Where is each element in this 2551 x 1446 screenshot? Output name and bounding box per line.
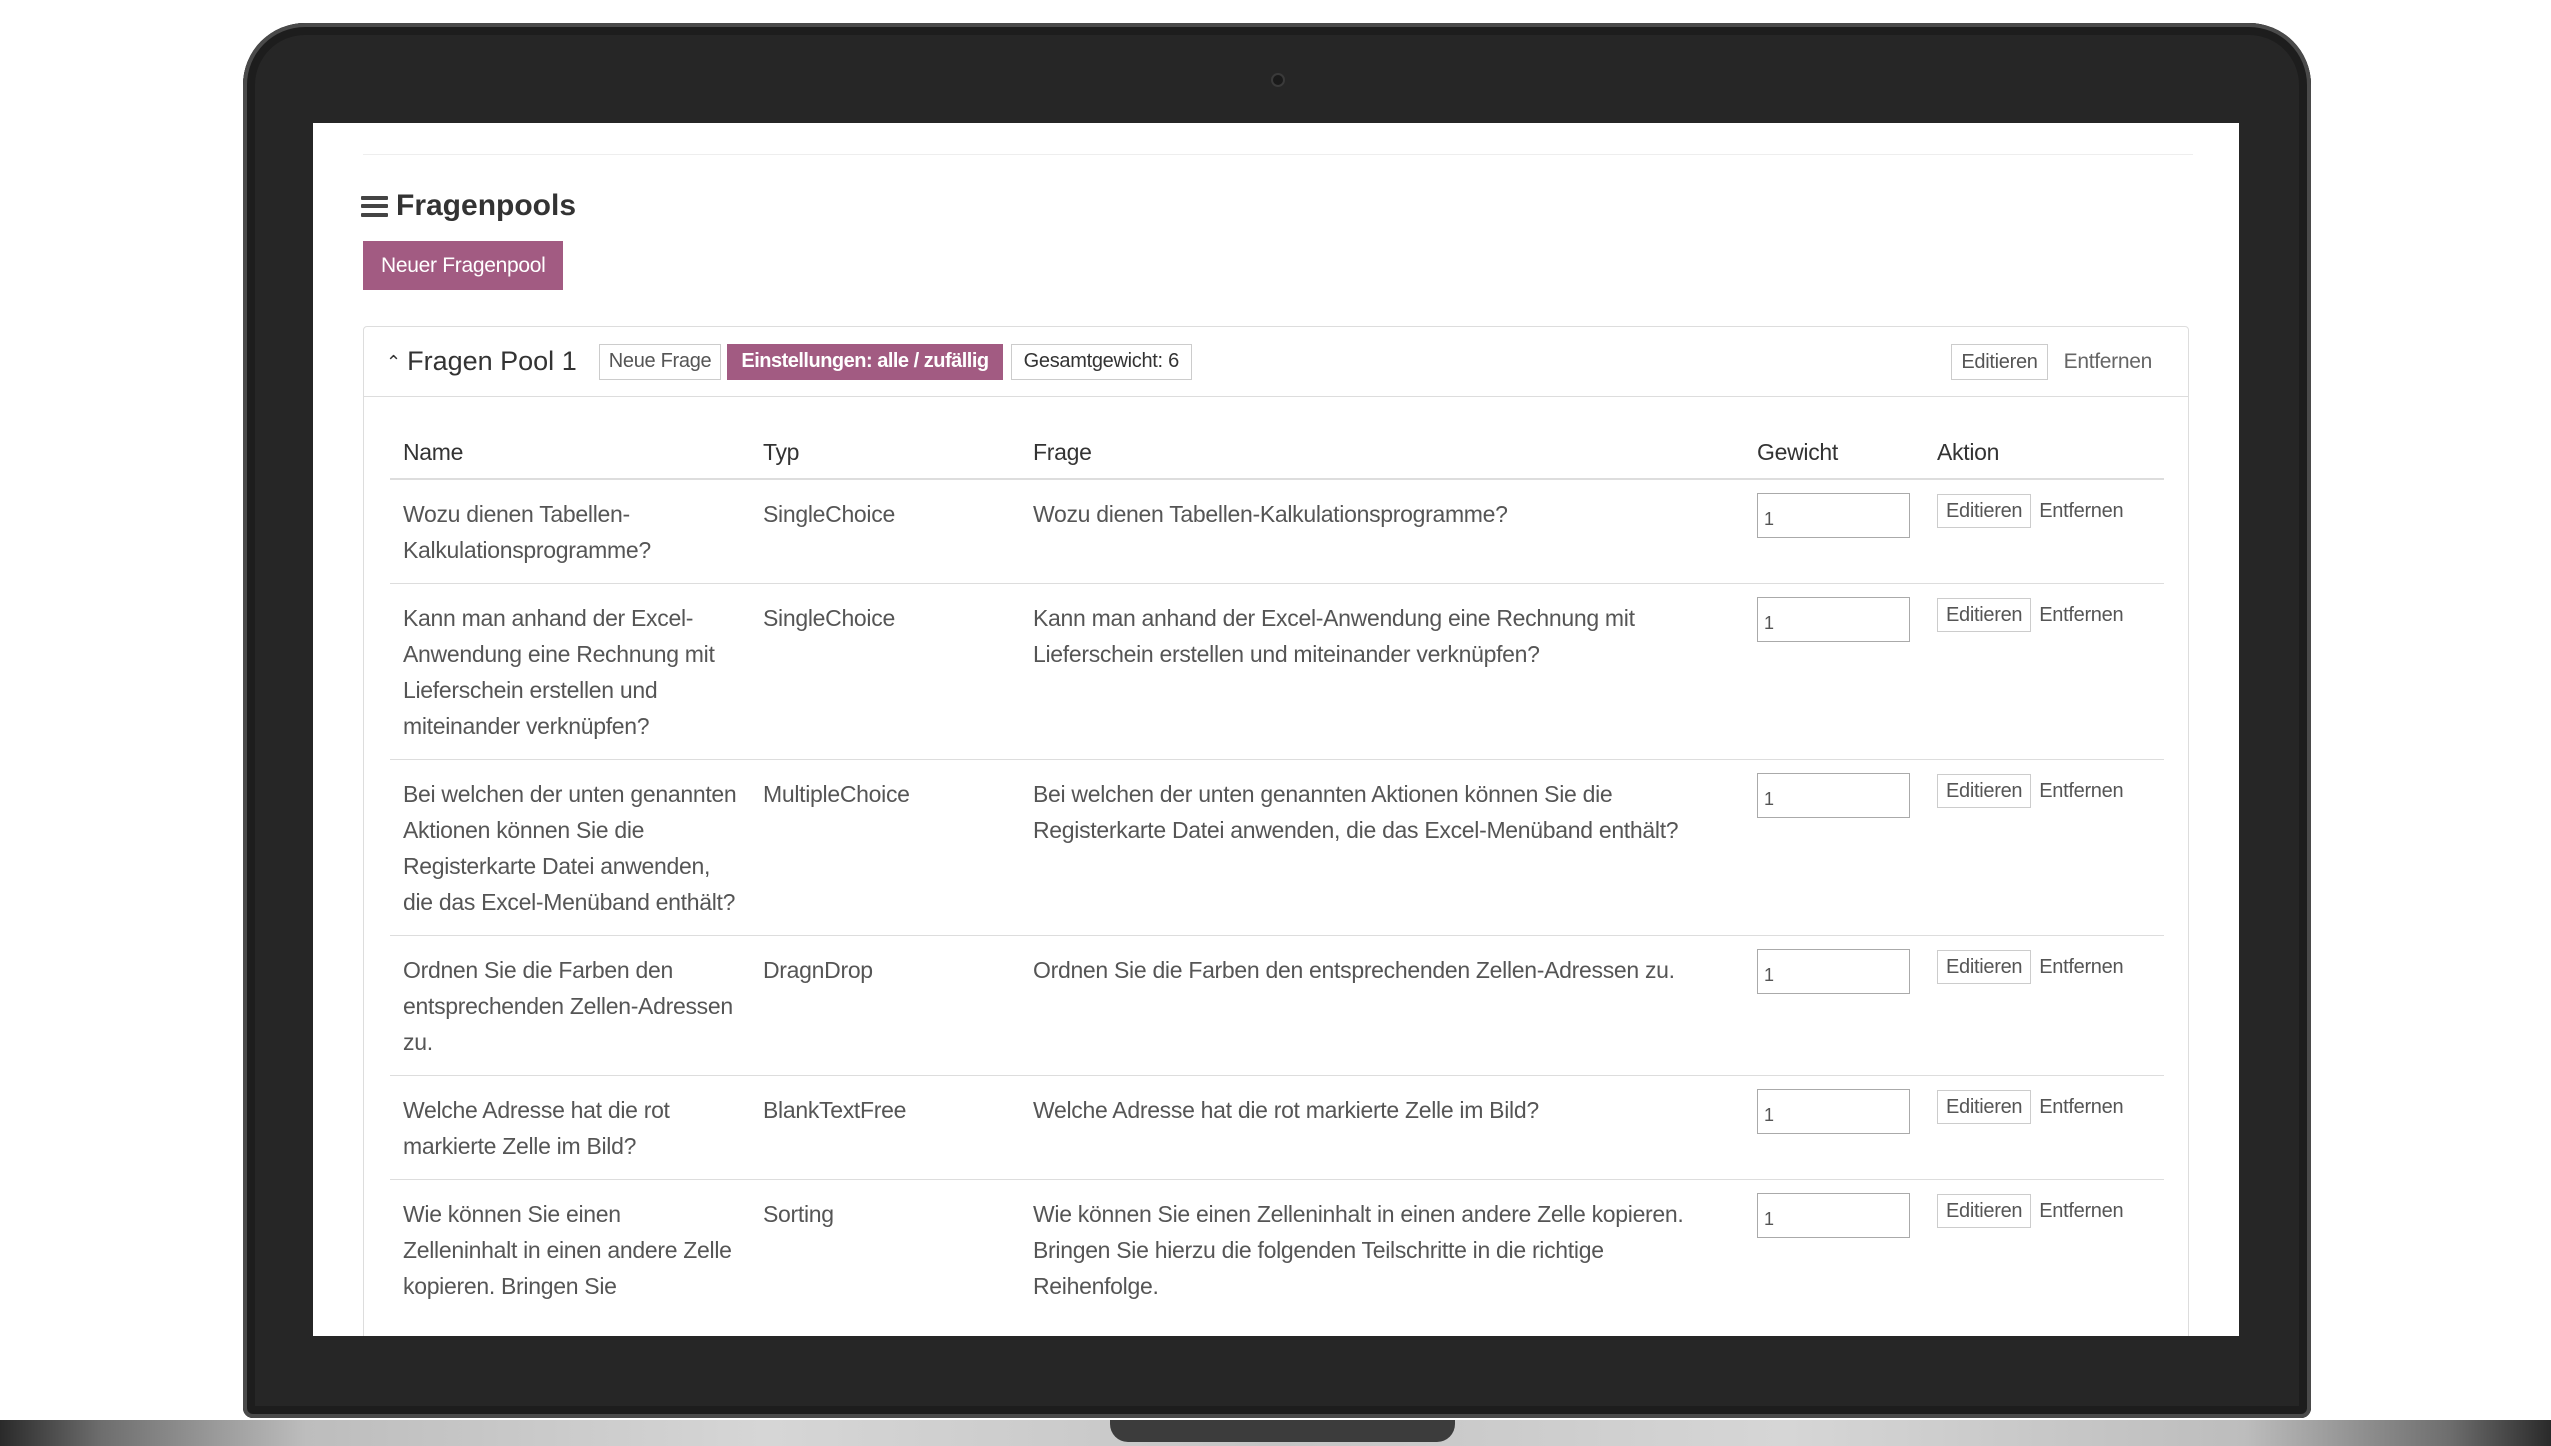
table-row: Bei welchen der unten genannten Aktionen… [390, 759, 2164, 936]
pool-panel-heading: ⌃ Fragen Pool 1 Neue Frage Einstellungen… [364, 327, 2188, 397]
row-actions-cell: Editieren Entfernen [1924, 479, 2164, 584]
remove-question-link[interactable]: Entfernen [2039, 1193, 2123, 1229]
remove-question-link[interactable]: Entfernen [2039, 1089, 2123, 1125]
total-weight-badge: Gesamtgewicht: 6 [1010, 343, 1192, 380]
questions-table: Name Typ Frage Gewicht Aktion Wozu diene… [390, 427, 2164, 1319]
header-question[interactable]: Frage [1020, 427, 1744, 480]
chevron-up-icon[interactable]: ⌃ [386, 352, 401, 373]
row-type: DragnDrop [750, 935, 1020, 1076]
row-actions-cell: Editieren Entfernen [1924, 935, 2164, 1076]
edit-question-button[interactable]: Editieren [1937, 1194, 2032, 1228]
edit-question-button[interactable]: Editieren [1937, 774, 2032, 808]
weight-input[interactable] [1757, 1193, 1910, 1238]
table-header-row: Name Typ Frage Gewicht Aktion [390, 427, 2164, 480]
row-name: Welche Adresse hat die rot markierte Zel… [390, 1075, 750, 1180]
weight-input[interactable] [1757, 493, 1910, 538]
row-actions-cell: Editieren Entfernen [1924, 1075, 2164, 1180]
weight-input[interactable] [1757, 949, 1910, 994]
remove-question-link[interactable]: Entfernen [2039, 493, 2123, 529]
question-pool-panel: ⌃ Fragen Pool 1 Neue Frage Einstellungen… [363, 326, 2189, 1336]
row-weight-cell [1744, 1179, 1924, 1319]
row-weight-cell [1744, 479, 1924, 584]
weight-input[interactable] [1757, 773, 1910, 818]
row-actions-cell: Editieren Entfernen [1924, 759, 2164, 936]
header-weight[interactable]: Gewicht [1744, 427, 1924, 480]
header-type[interactable]: Typ [750, 427, 1020, 480]
page-title: Fragenpools [396, 189, 577, 222]
row-question: Kann man anhand der Excel-Anwendung eine… [1020, 583, 1744, 760]
row-question: Wozu dienen Tabellen-Kalkulationsprogram… [1033, 501, 1508, 527]
table-row: Wozu dienen Tabellen-Kalkulationsprogram… [390, 479, 2164, 584]
edit-question-button[interactable]: Editieren [1937, 494, 2032, 528]
row-actions-cell: Editieren Entfernen [1924, 1179, 2164, 1319]
remove-question-link[interactable]: Entfernen [2039, 597, 2123, 633]
row-type: SingleChoice [763, 501, 895, 527]
new-question-button[interactable]: Neue Frage [598, 343, 722, 380]
row-type: SingleChoice [750, 583, 1020, 760]
row-weight-cell [1744, 935, 1924, 1076]
table-row: Kann man anhand der Excel-Anwendung eine… [390, 583, 2164, 760]
row-weight-cell [1744, 1075, 1924, 1180]
row-question: Welche Adresse hat die rot markierte Zel… [1020, 1075, 1744, 1180]
edit-question-button[interactable]: Editieren [1937, 598, 2032, 632]
row-weight-cell [1744, 583, 1924, 760]
table-row: Ordnen Sie die Farben den entsprechenden… [390, 935, 2164, 1076]
row-name: Ordnen Sie die Farben den entsprechenden… [390, 935, 750, 1076]
new-pool-button[interactable]: Neuer Fragenpool [363, 241, 564, 290]
laptop-base-notch [1110, 1420, 1455, 1442]
settings-badge[interactable]: Einstellungen: alle / zufällig [727, 343, 1003, 380]
row-name: Bei welchen der unten genannten Aktionen… [390, 759, 750, 936]
header-action: Aktion [1924, 427, 2164, 480]
pool-number: 1 [561, 346, 577, 376]
row-question: Ordnen Sie die Farben den entsprechenden… [1020, 935, 1744, 1076]
row-question: Bei welchen der unten genannten Aktionen… [1020, 759, 1744, 936]
row-name: Wozu dienen Tabellen-Kalkulationsprogram… [403, 501, 651, 563]
edit-pool-button[interactable]: Editieren [1951, 344, 2048, 380]
app-screen: Fragenpools Neuer Fragenpool ⌃ Fragen Po… [313, 123, 2239, 1336]
pool-title[interactable]: Fragen Pool 1 [407, 346, 577, 377]
row-weight-cell [1744, 759, 1924, 936]
pool-actions: Editieren Entfernen [1951, 344, 2152, 380]
top-divider [363, 154, 2193, 155]
edit-question-button[interactable]: Editieren [1937, 1090, 2032, 1124]
header-name[interactable]: Name [390, 427, 750, 480]
row-question: Wie können Sie einen Zelleninhalt in ein… [1020, 1179, 1744, 1319]
edit-question-button[interactable]: Editieren [1937, 950, 2032, 984]
row-type: MultipleChoice [750, 759, 1020, 936]
remove-question-link[interactable]: Entfernen [2039, 949, 2123, 985]
row-type: Sorting [750, 1179, 1020, 1319]
weight-input[interactable] [1757, 597, 1910, 642]
page-header: Fragenpools [361, 189, 576, 223]
weight-input[interactable] [1757, 1089, 1910, 1134]
remove-pool-link[interactable]: Entfernen [2064, 350, 2153, 374]
table-row: Wie können Sie einen Zelleninhalt in ein… [390, 1179, 2164, 1319]
row-type: BlankTextFree [750, 1075, 1020, 1180]
table-row: Welche Adresse hat die rot markierte Zel… [390, 1075, 2164, 1180]
remove-question-link[interactable]: Entfernen [2039, 773, 2123, 809]
hamburger-menu-icon[interactable] [361, 195, 388, 217]
row-name: Wie können Sie einen Zelleninhalt in ein… [390, 1179, 750, 1319]
row-name: Kann man anhand der Excel-Anwendung eine… [390, 583, 750, 760]
row-actions-cell: Editieren Entfernen [1924, 583, 2164, 760]
webcam [1271, 73, 1285, 87]
